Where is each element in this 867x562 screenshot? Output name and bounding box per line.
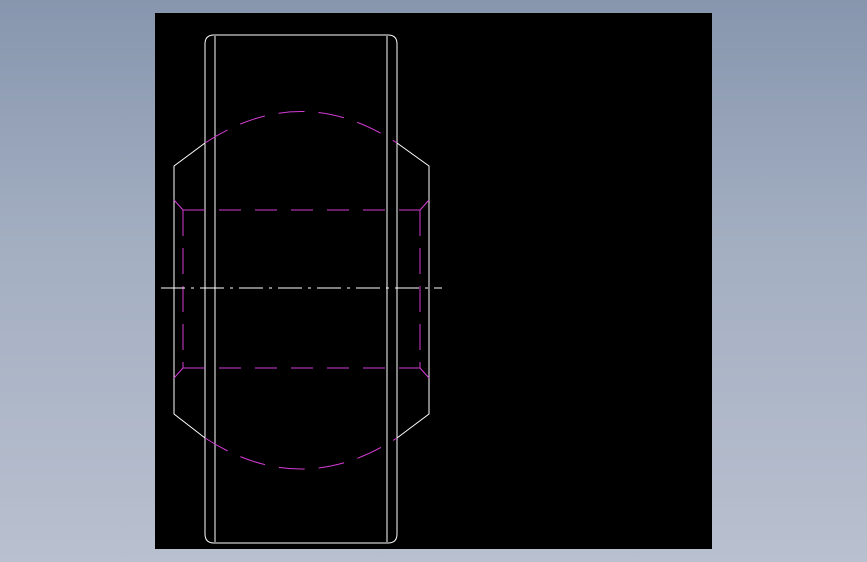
hidden-ball-arc-bottom [204,437,398,470]
hidden-chamfer-bottom-right [419,367,430,379]
bearing-right-profile [396,142,430,439]
hidden-chamfer-top-left [173,199,184,211]
cad-drawing [161,34,442,544]
hidden-lines [173,111,430,470]
bearing-left-profile [173,142,206,439]
hidden-chamfer-top-right [419,199,430,211]
hidden-chamfer-bottom-left [173,367,184,379]
bearing-outline [173,142,430,439]
hidden-ball-arc-top [204,111,398,144]
